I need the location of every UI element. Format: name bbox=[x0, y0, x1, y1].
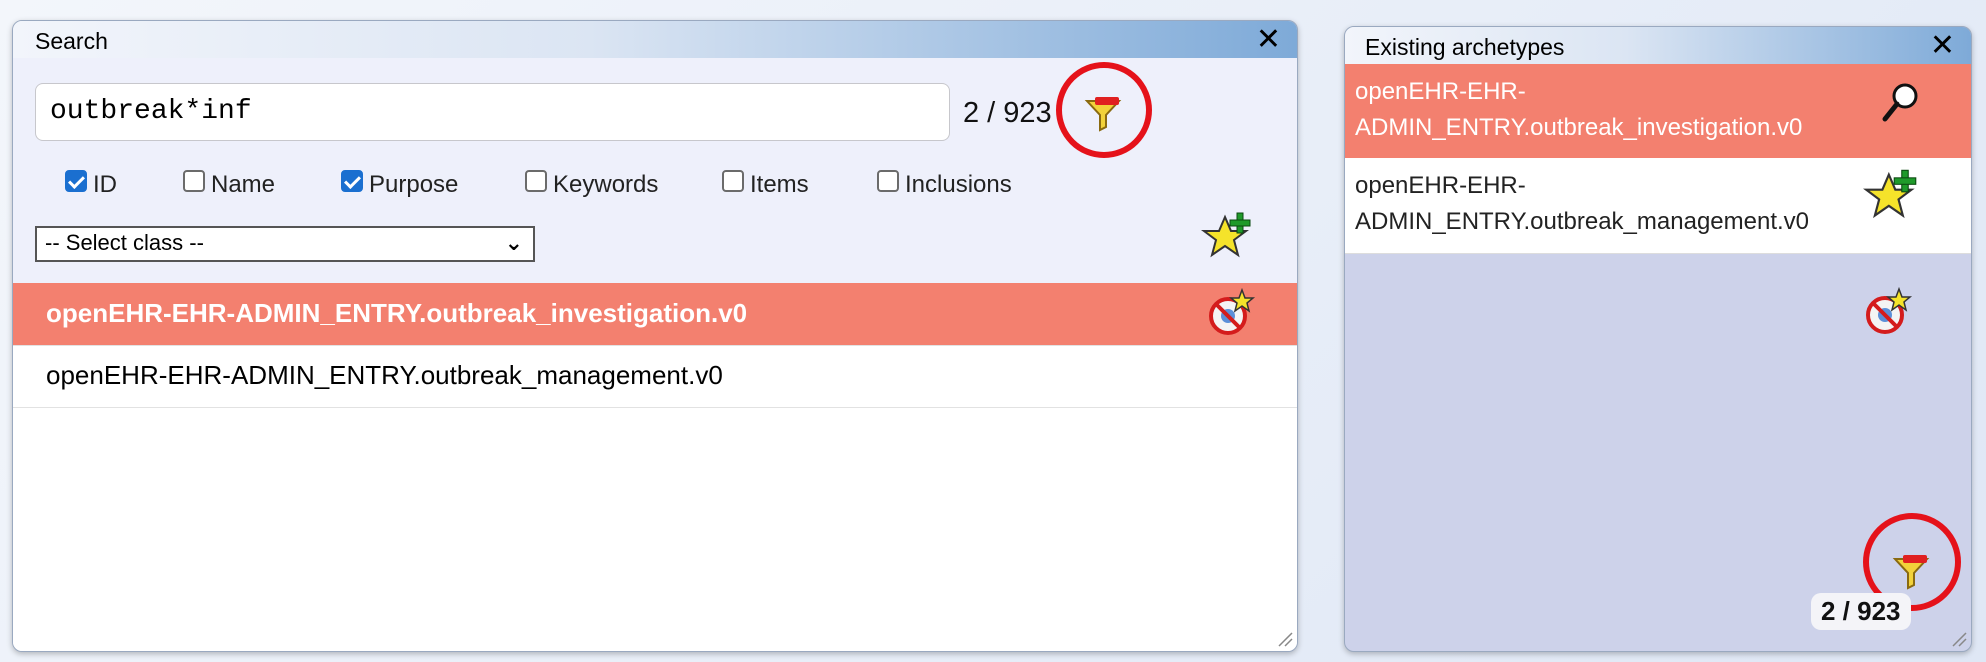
magnifier-icon[interactable] bbox=[1879, 80, 1923, 124]
search-input-value: outbreak*inf bbox=[50, 96, 252, 127]
add-star-icon[interactable] bbox=[1863, 166, 1919, 222]
search-titlebar[interactable]: Search ✕ bbox=[13, 21, 1297, 58]
checkbox-purpose-box[interactable] bbox=[341, 170, 363, 192]
checkbox-keywords[interactable]: Keywords bbox=[525, 170, 659, 199]
checkbox-items[interactable]: Items bbox=[722, 170, 809, 199]
result-row-label: openEHR-EHR-ADMIN_ENTRY.outbreak_managem… bbox=[46, 360, 723, 390]
checkbox-name-box[interactable] bbox=[183, 170, 205, 192]
checkbox-items-label: Items bbox=[750, 171, 809, 198]
archetype-item[interactable]: openEHR-EHR- ADMIN_ENTRY.outbreak_manage… bbox=[1345, 158, 1971, 254]
result-row[interactable]: openEHR-EHR-ADMIN_ENTRY.outbreak_managem… bbox=[13, 345, 1297, 408]
checkbox-inclusions-box[interactable] bbox=[877, 170, 899, 192]
archetypes-titlebar[interactable]: Existing archetypes ✕ bbox=[1345, 27, 1971, 64]
search-panel: Search ✕ outbreak*inf 2 / 923 ID Name Pu… bbox=[12, 20, 1298, 652]
exclude-star-icon[interactable] bbox=[1206, 287, 1256, 338]
search-input[interactable]: outbreak*inf bbox=[35, 83, 950, 141]
archetypes-panel-title: Existing archetypes bbox=[1365, 34, 1565, 60]
checkbox-id[interactable]: ID bbox=[65, 170, 117, 199]
close-icon[interactable]: ✕ bbox=[1256, 25, 1281, 55]
exclude-star-icon[interactable] bbox=[1863, 286, 1913, 337]
results-list: openEHR-EHR-ADMIN_ENTRY.outbreak_investi… bbox=[13, 283, 1297, 651]
chevron-down-icon: ⌄ bbox=[504, 230, 523, 255]
checkbox-id-box[interactable] bbox=[65, 170, 87, 192]
resize-grip-icon[interactable] bbox=[1949, 629, 1967, 647]
checkbox-name[interactable]: Name bbox=[183, 170, 276, 199]
result-row-label: openEHR-EHR-ADMIN_ENTRY.outbreak_investi… bbox=[46, 298, 748, 328]
search-panel-title: Search bbox=[35, 28, 108, 54]
checkbox-purpose[interactable]: Purpose bbox=[341, 170, 459, 199]
checkbox-inclusions[interactable]: Inclusions bbox=[877, 170, 1012, 199]
checkbox-items-box[interactable] bbox=[722, 170, 744, 192]
archetype-item[interactable]: openEHR-EHR- ADMIN_ENTRY.outbreak_invest… bbox=[1345, 64, 1971, 158]
class-select[interactable]: -- Select class -- ⌄ bbox=[35, 226, 535, 262]
class-select-value: -- Select class -- bbox=[45, 230, 204, 255]
result-row[interactable]: openEHR-EHR-ADMIN_ENTRY.outbreak_investi… bbox=[13, 283, 1297, 346]
add-star-icon[interactable] bbox=[1201, 209, 1253, 261]
checkbox-id-label: ID bbox=[93, 171, 117, 198]
checkbox-inclusions-label: Inclusions bbox=[905, 171, 1012, 198]
resize-grip-icon[interactable] bbox=[1275, 629, 1293, 647]
match-count: 2 / 923 bbox=[963, 97, 1052, 129]
checkbox-keywords-label: Keywords bbox=[553, 171, 659, 198]
checkbox-purpose-label: Purpose bbox=[369, 171, 459, 198]
highlight-ring bbox=[1056, 62, 1152, 158]
match-count: 2 / 923 bbox=[1811, 593, 1911, 630]
close-icon[interactable]: ✕ bbox=[1930, 31, 1955, 61]
archetypes-panel: Existing archetypes ✕ openEHR-EHR- ADMIN… bbox=[1344, 26, 1972, 652]
checkbox-keywords-box[interactable] bbox=[525, 170, 547, 192]
checkbox-name-label: Name bbox=[211, 171, 276, 198]
